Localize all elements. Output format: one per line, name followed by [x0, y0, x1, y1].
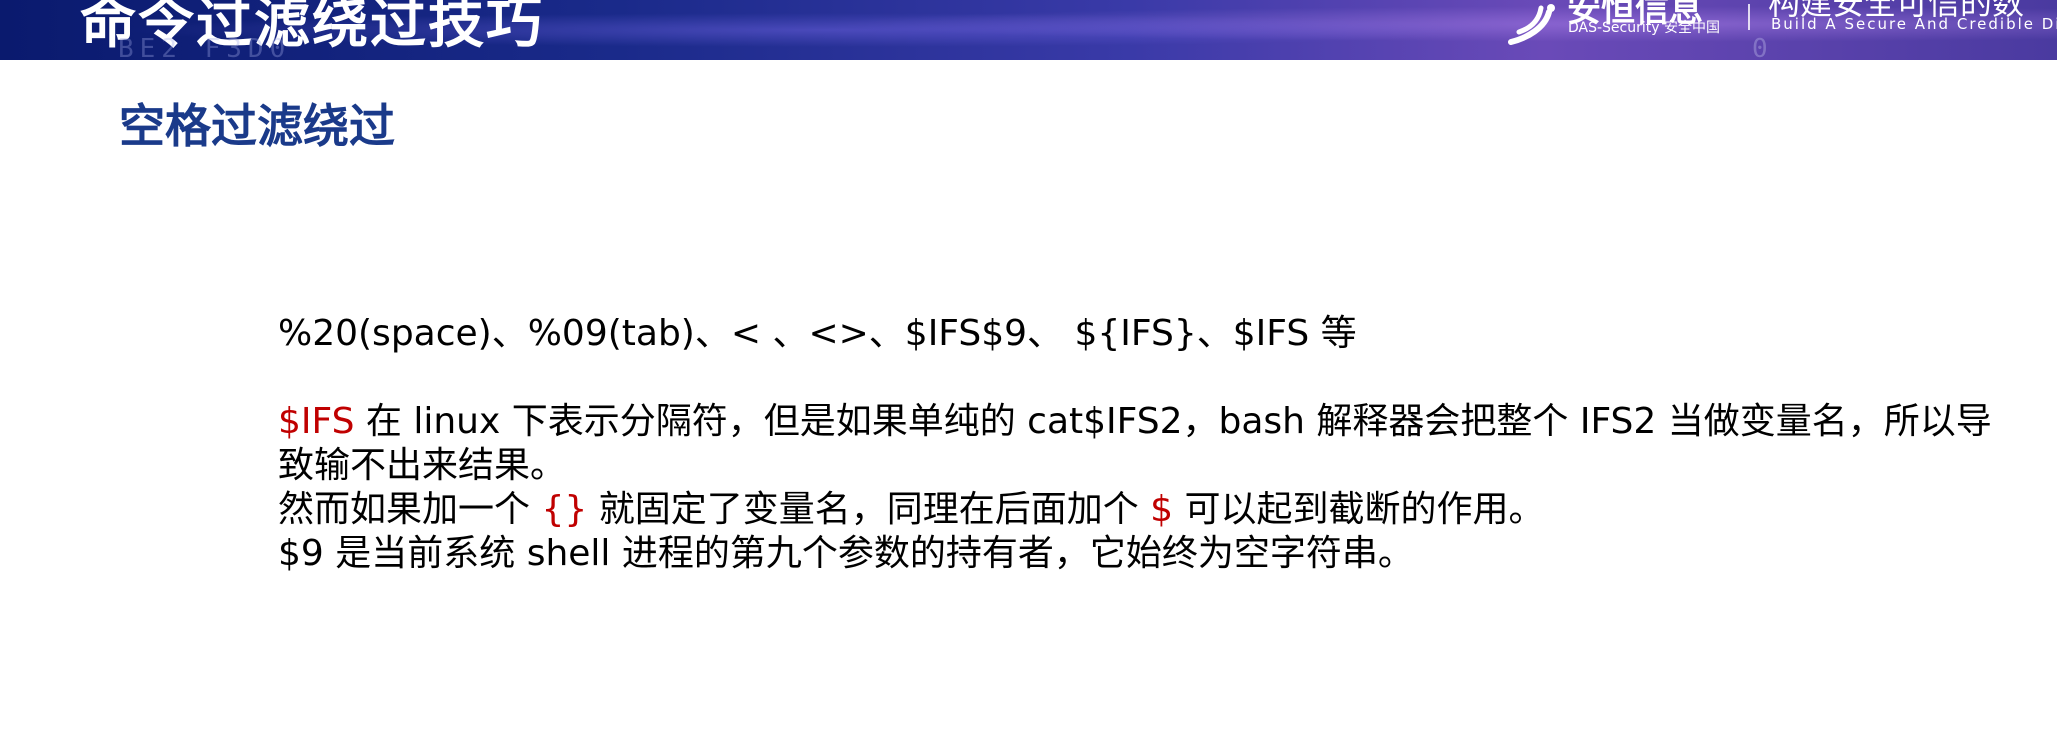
zero-decoration: 0 [1752, 34, 1768, 60]
section-title: 空格过滤绕过 [119, 99, 395, 153]
hex-decoration: BE2 F3D0 [118, 34, 292, 60]
brace-text-b: 就固定了变量名，同理在后面加个 [587, 489, 1151, 530]
brace-text-a: 然而如果加一个 [278, 489, 542, 530]
dollar-highlight: $ [1150, 489, 1174, 530]
ifs-highlight: $IFS [278, 401, 355, 442]
header-banner: 命令过滤绕过技巧 BE2 F3D0 0 安恒信息 DAS-Security 安全… [0, 0, 2057, 60]
slide-content: %20(space)、%09(tab)、< 、<>、$IFS$9、 ${IFS}… [278, 312, 1998, 576]
ninth-param-line: $9 是当前系统 shell 进程的第九个参数的持有者，它始终为空字符串。 [278, 533, 1414, 574]
brace-explanation-line: 然而如果加一个 {} 就固定了变量名，同理在后面加个 $ 可以起到截断的作用。 [278, 488, 1998, 532]
brace-text-c: 可以起到截断的作用。 [1173, 489, 1545, 530]
brand-name-en: DAS-Security 安全中国 [1568, 20, 1720, 36]
brace-highlight: {} [541, 489, 588, 530]
bypass-methods-line: %20(space)、%09(tab)、< 、<>、$IFS$9、 ${IFS}… [278, 313, 1357, 354]
dbappsecurity-logo-icon [1508, 4, 1555, 45]
ifs-explanation-line: $IFS 在 linux 下表示分隔符，但是如果单纯的 cat$IFS2，bas… [278, 400, 1998, 488]
ifs-explanation-text: 在 linux 下表示分隔符，但是如果单纯的 cat$IFS2，bash 解释器… [278, 401, 1992, 486]
brand-divider [1748, 4, 1750, 30]
slogan-en: Build A Secure And Credible Dig [1771, 15, 2057, 33]
